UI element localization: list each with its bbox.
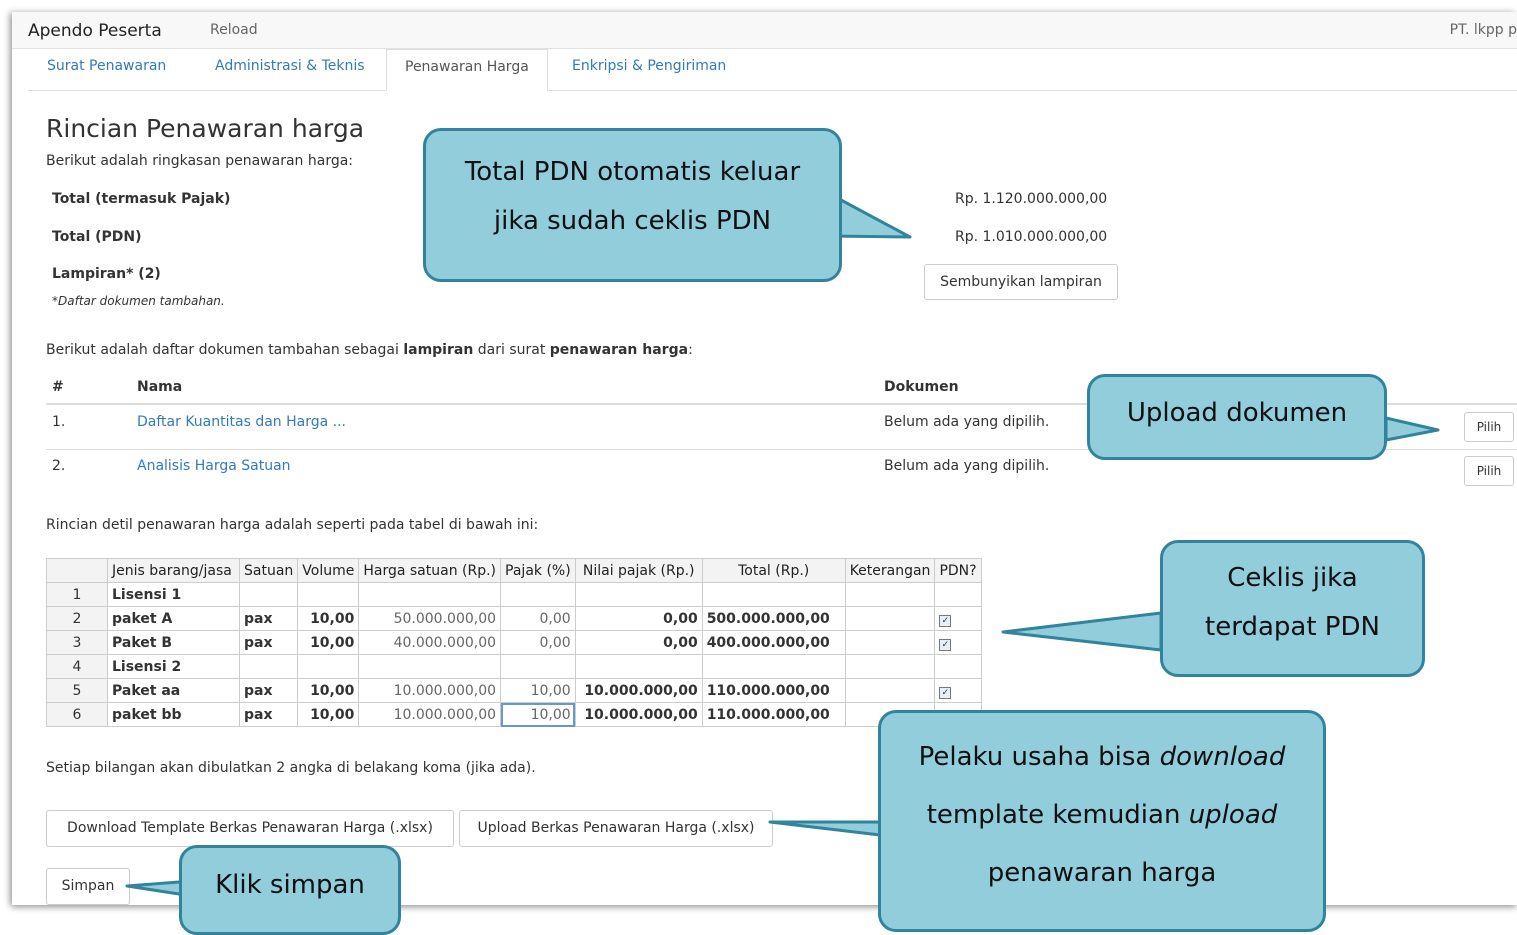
callout-text: terdapat PDN xyxy=(1205,612,1380,642)
callout-text: template kemudian upload xyxy=(926,800,1278,830)
callout-text: Klik simpan xyxy=(215,870,365,900)
callout-text: Ceklis jika xyxy=(1227,563,1358,593)
callout-text: Total PDN otomatis keluar xyxy=(464,157,801,187)
callout-ceklis-pdn: Ceklis jika terdapat PDN xyxy=(1160,540,1425,677)
callout-text: penawaran harga xyxy=(987,858,1217,888)
callout-text: jika sudah ceklis PDN xyxy=(493,206,772,236)
callout-text: Upload dokumen xyxy=(1126,398,1348,428)
callout-upload-dokumen: Upload dokumen xyxy=(1087,374,1387,460)
callout-klik-simpan: Klik simpan xyxy=(179,845,401,935)
callout-pointer xyxy=(1384,416,1440,442)
callout-pointer xyxy=(1001,611,1163,652)
callout-pointer xyxy=(768,820,882,837)
callout-text: Pelaku usaha bisa download xyxy=(918,742,1286,772)
callout-download-upload: Pelaku usaha bisa download template kemu… xyxy=(878,710,1326,932)
callout-total-pdn: Total PDN otomatis keluar jika sudah cek… xyxy=(423,128,842,282)
